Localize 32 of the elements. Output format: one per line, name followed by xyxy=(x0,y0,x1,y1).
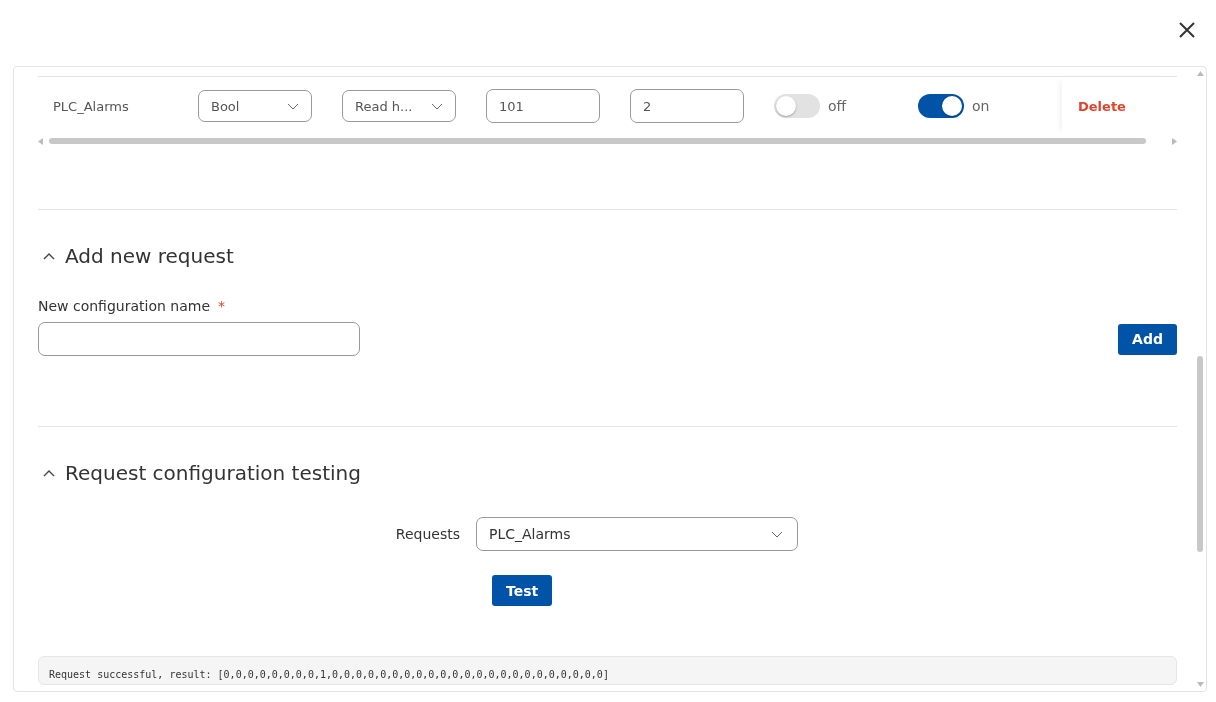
toggle-switch[interactable] xyxy=(774,94,820,118)
toggle-switch[interactable] xyxy=(918,94,964,118)
row-name: PLC_Alarms xyxy=(52,98,130,114)
scroll-down-icon[interactable] xyxy=(1196,682,1204,687)
count-field[interactable]: 2 xyxy=(630,89,744,123)
scroll-left-icon[interactable] xyxy=(38,137,43,145)
required-mark: * xyxy=(218,298,225,314)
chevron-down-icon xyxy=(287,102,299,110)
section-title: Add new request xyxy=(65,244,234,268)
toggle-label: on xyxy=(972,98,990,114)
horizontal-scrollbar[interactable] xyxy=(49,138,1146,144)
requests-select[interactable]: PLC_Alarms xyxy=(476,517,798,551)
type-select[interactable]: Bool xyxy=(198,90,312,122)
function-select[interactable]: Read h... xyxy=(342,90,456,122)
chevron-down-icon xyxy=(771,530,783,538)
start-field[interactable]: 101 xyxy=(486,89,600,123)
vertical-scrollbar[interactable] xyxy=(1197,356,1203,552)
close-icon[interactable] xyxy=(1179,22,1195,38)
field-label: New configuration name xyxy=(38,298,210,314)
section-title: Request configuration testing xyxy=(65,461,361,485)
result-output: Request successful, result: [0,0,0,0,0,0,0,0,1,0,0,0,0,0,0,0,0,0,0,0,0,0,0,0,0,0,0,0,0,0,0,0] xyxy=(38,656,1177,685)
requests-label: Requests xyxy=(394,526,461,542)
delete-link[interactable]: Delete xyxy=(1078,98,1126,114)
add-button[interactable]: Add xyxy=(1118,323,1177,355)
configuration-name-field[interactable] xyxy=(38,322,360,356)
scroll-up-icon[interactable] xyxy=(1196,71,1204,76)
test-button[interactable]: Test xyxy=(492,575,553,606)
toggle-label: off xyxy=(828,98,847,114)
scroll-right-icon[interactable] xyxy=(1172,137,1177,145)
chevron-down-icon xyxy=(431,102,443,110)
chevron-up-icon[interactable] xyxy=(43,469,55,477)
chevron-up-icon[interactable] xyxy=(43,252,55,260)
